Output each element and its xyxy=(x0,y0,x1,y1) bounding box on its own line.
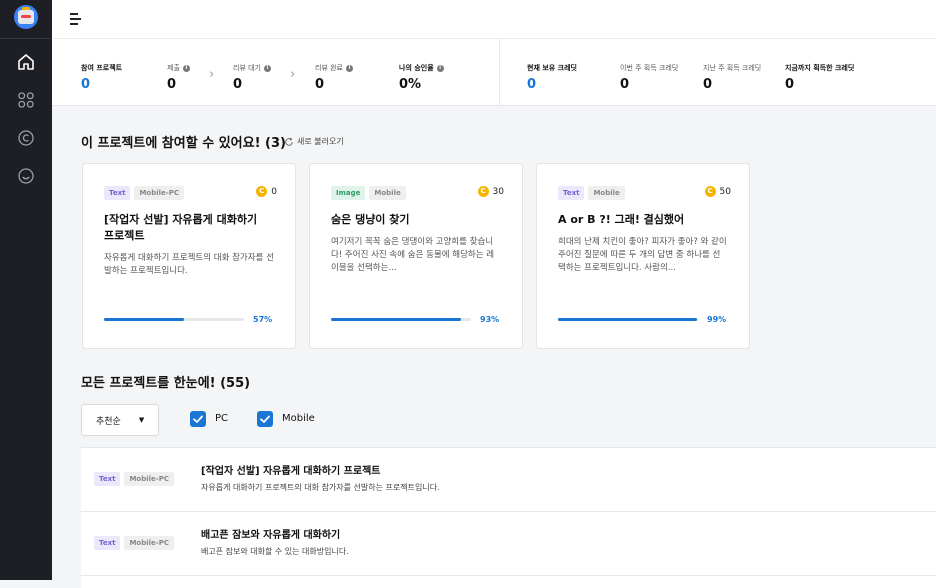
sidebar xyxy=(0,0,52,580)
list-item[interactable]: Text Mobile-PC [작업자 선발] 자유롭게 대화하기 프로젝트 자유… xyxy=(81,448,936,512)
project-card[interactable]: Image Mobile C 30 숨은 댕냥이 찾기 여기저기 꼭꼭 숨은 댕댕이… xyxy=(309,163,523,349)
sort-value: 추천순 xyxy=(96,416,121,427)
stat-label: 리뷰 대기 xyxy=(233,64,261,72)
stat-value: 0% xyxy=(399,77,422,92)
stat-participating: 참여 프로젝트 0 xyxy=(81,63,122,92)
progress-bar xyxy=(558,318,698,321)
stat-approval-rate: 나의 승인율 i 0% xyxy=(399,63,444,92)
pc-checkbox-label[interactable]: PC xyxy=(215,413,228,424)
list-item-title: [작업자 선발] 자유롭게 대화하기 프로젝트 xyxy=(201,466,381,477)
info-icon[interactable]: i xyxy=(346,64,353,72)
home-icon[interactable] xyxy=(16,52,36,72)
stat-value: 0 xyxy=(527,77,537,92)
credit-reward: C0 xyxy=(256,186,277,197)
stat-value: 0 xyxy=(315,77,325,92)
chevron-right-icon: › xyxy=(209,67,215,82)
platform-tag: Mobile-PC xyxy=(134,186,184,200)
pc-checkbox[interactable] xyxy=(190,411,206,427)
credit-reward: C 50 xyxy=(704,186,731,197)
progress-percent: 99% xyxy=(707,315,727,324)
smile-icon[interactable] xyxy=(16,166,36,186)
stat-label: 지금까지 획득한 크레딧 xyxy=(785,64,855,72)
platform-tag: Mobile-PC xyxy=(124,472,174,486)
stat-value: 0 xyxy=(81,77,91,92)
info-icon[interactable]: i xyxy=(264,64,271,72)
type-tag: Text xyxy=(94,472,121,486)
platform-tag: Mobile xyxy=(588,186,625,200)
progress-bar xyxy=(104,318,244,321)
stat-label: 제출 xyxy=(167,64,180,72)
type-tag: Text xyxy=(94,536,121,550)
stat-label: 이번 주 획득 크레딧 xyxy=(620,64,679,72)
platform-tag: Mobile-PC xyxy=(124,536,174,550)
card-description: 자유롭게 대화하기 프로젝트의 대화 참가자를 선발하는 프로젝트입니다. xyxy=(104,253,274,276)
grid-icon[interactable] xyxy=(16,90,36,110)
logo[interactable] xyxy=(14,5,38,29)
credit-reward: C 30 xyxy=(477,186,504,197)
progress-percent: 93% xyxy=(480,315,500,324)
available-section-title: 이 프로젝트에 참여할 수 있어요! (3) xyxy=(81,136,286,151)
stat-label: 나의 승인율 xyxy=(399,64,434,72)
mobile-checkbox[interactable] xyxy=(257,411,273,427)
info-icon[interactable]: i xyxy=(436,64,444,72)
stat-total-credit: 지금까지 획득한 크레딧 0 xyxy=(785,63,854,92)
stats-divider xyxy=(499,39,500,105)
progress-percent: 57% xyxy=(253,315,273,324)
project-list: Text Mobile-PC [작업자 선발] 자유롭게 대화하기 프로젝트 자유… xyxy=(81,447,936,588)
card-description: 희대의 난제 치킨이 좋아? 피자가 좋아? 와 같이 주어진 질문에 따른 두… xyxy=(558,237,727,273)
caret-down-icon: ▼ xyxy=(138,416,145,424)
card-title: A or B ?! 그래! 결심했어 xyxy=(558,213,685,226)
sort-dropdown[interactable]: 추천순 ▼ xyxy=(81,404,159,436)
stat-label: 지난 주 획득 크레딧 xyxy=(703,64,762,72)
copyright-icon[interactable] xyxy=(16,128,36,148)
menu-icon[interactable] xyxy=(70,13,84,25)
check-icon xyxy=(193,415,203,423)
project-card[interactable]: Text Mobile-PC C0 [작업자 선발] 자유롭게 대화하기 프로젝트… xyxy=(82,163,296,349)
list-item-description: 자유롭게 대화하기 프로젝트의 대화 참가자를 선발하는 프로젝트입니다. xyxy=(201,483,440,492)
card-title: [작업자 선발] 자유롭게 대화하기 프로젝트 xyxy=(104,213,258,242)
type-tag: Text xyxy=(558,186,585,200)
type-tag: Text xyxy=(104,186,131,200)
stat-this-week-credit: 이번 주 획득 크레딧 0 xyxy=(620,63,678,92)
stat-label: 현재 보유 크레딧 xyxy=(527,64,577,72)
platform-tag: Mobile xyxy=(369,186,406,200)
progress-bar xyxy=(331,318,471,321)
list-item-title: 배고픈 잠보와 자유롭게 대화하기 xyxy=(201,530,341,541)
stat-value: 0 xyxy=(620,77,630,92)
stat-submitted: 제출 i 0 xyxy=(167,63,190,92)
stats-bar: 참여 프로젝트 0 제출 i 0 › 리뷰 대기 i 0 › 리뷰 완료 i 0 나의… xyxy=(52,39,936,106)
refresh-label: 새로 불러오기 xyxy=(297,137,344,146)
coin-icon: C xyxy=(477,186,489,197)
top-bar xyxy=(52,0,936,39)
coin-icon: C xyxy=(256,186,268,197)
stat-value: 0 xyxy=(785,77,795,92)
stat-current-credit: 현재 보유 크레딧 0 xyxy=(527,63,577,92)
list-item[interactable]: Text Mobile-PC 배고픈 잠보와 자유롭게 대화하기 배고픈 잠보와 … xyxy=(81,512,936,576)
project-card[interactable]: Text Mobile C 50 A or B ?! 그래! 결심했어 희대의 난제… xyxy=(536,163,750,349)
list-item-description: 배고픈 잠보와 대화할 수 있는 대화방입니다. xyxy=(201,547,349,556)
refresh-icon xyxy=(285,137,293,146)
all-section-title: 모든 프로젝트를 한눈에! (55) xyxy=(81,376,251,391)
coin-icon: C xyxy=(704,186,716,197)
stat-value: 0 xyxy=(703,77,713,92)
refresh-button[interactable]: 새로 불러오기 xyxy=(284,136,344,147)
stat-label: 참여 프로젝트 xyxy=(81,64,123,72)
sidebar-divider xyxy=(0,38,52,39)
stat-review-pending: 리뷰 대기 i 0 xyxy=(233,63,271,92)
check-icon xyxy=(260,415,270,423)
card-description: 여기저기 꼭꼭 숨은 댕댕이와 고양희를 찾습니다! 주어진 사진 속에 숨은 … xyxy=(331,237,495,273)
info-icon[interactable]: i xyxy=(182,64,190,72)
chevron-right-icon: › xyxy=(290,67,296,82)
stat-label: 리뷰 완료 xyxy=(315,64,343,72)
type-tag: Image xyxy=(331,186,366,200)
card-title: 숨은 댕냥이 찾기 xyxy=(331,213,410,226)
stat-review-done: 리뷰 완료 i 0 xyxy=(315,63,353,92)
mobile-checkbox-label[interactable]: Mobile xyxy=(282,413,315,424)
stat-value: 0 xyxy=(233,77,243,92)
stat-last-week-credit: 지난 주 획득 크레딧 0 xyxy=(703,63,761,92)
stat-value: 0 xyxy=(167,77,177,92)
